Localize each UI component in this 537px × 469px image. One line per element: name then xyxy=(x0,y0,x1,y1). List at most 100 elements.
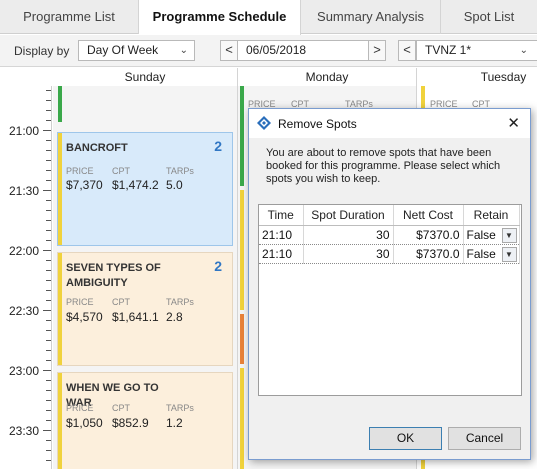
minor-tick xyxy=(46,450,51,451)
programme-title: SEVEN TYPES OF AMBIGUITY xyxy=(66,262,161,289)
minor-tick xyxy=(46,160,51,161)
cpt-value: $1,641.1 xyxy=(112,310,159,324)
spot-count: 2 xyxy=(214,258,222,274)
prev-channel-button[interactable]: < xyxy=(398,40,416,61)
programme-stripe xyxy=(240,368,244,469)
minor-tick xyxy=(46,140,51,141)
minor-tick xyxy=(46,150,51,151)
minor-tick xyxy=(46,330,51,331)
table-row[interactable]: 21:10 30 $7370.0 False ▼ xyxy=(259,225,520,245)
column-header-spot-duration[interactable]: Spot Duration xyxy=(303,205,394,226)
price-label: PRICE xyxy=(66,403,94,413)
display-by-label: Display by xyxy=(14,44,70,58)
cell-time: 21:10 xyxy=(259,225,304,245)
minor-tick xyxy=(46,280,51,281)
retain-dropdown[interactable]: False ▼ xyxy=(463,225,520,245)
cpt-value: $1,474.2 xyxy=(112,178,159,192)
dialog-message: You are about to remove spots that have … xyxy=(266,147,501,185)
spot-count: 2 xyxy=(214,138,222,154)
minor-tick xyxy=(46,290,51,291)
programme-card[interactable]: SEVEN TYPES OF AMBIGUITY 2 PRICE CPT TAR… xyxy=(57,252,233,366)
programme-stripe xyxy=(58,86,62,122)
minor-tick xyxy=(46,180,51,181)
tab-summary-analysis[interactable]: Summary Analysis xyxy=(301,0,441,34)
price-label: PRICE xyxy=(66,297,94,307)
price-value: $7,370 xyxy=(66,178,103,192)
major-tick xyxy=(43,430,51,431)
major-tick xyxy=(43,370,51,371)
cpt-value: $852.9 xyxy=(112,416,149,430)
chevron-down-icon[interactable]: ▼ xyxy=(501,246,517,262)
minor-tick xyxy=(46,110,51,111)
table-row[interactable]: 21:10 30 $7370.0 False ▼ xyxy=(259,244,520,264)
major-tick xyxy=(43,310,51,311)
remove-spots-dialog: Remove Spots ✕ You are about to remove s… xyxy=(248,108,531,460)
minor-tick xyxy=(46,170,51,171)
channel-select[interactable]: TVNZ 1* ⌄ xyxy=(416,40,537,61)
column-header-time[interactable]: Time xyxy=(259,205,304,226)
cell-duration: 30 xyxy=(303,225,394,245)
minor-tick xyxy=(46,100,51,101)
sunday-column: BANCROFT 2 PRICE CPT TARPs $7,370 $1,474… xyxy=(53,86,237,469)
cpt-label: CPT xyxy=(112,166,130,176)
time-label: 21:00 xyxy=(8,124,39,138)
minor-tick xyxy=(46,380,51,381)
retain-dropdown[interactable]: False ▼ xyxy=(463,244,520,264)
prev-date-button[interactable]: < xyxy=(220,40,238,61)
minor-tick xyxy=(46,240,51,241)
time-label: 23:00 xyxy=(8,364,39,378)
major-tick xyxy=(43,250,51,251)
minor-tick xyxy=(46,260,51,261)
major-tick xyxy=(43,130,51,131)
day-header-sunday: Sunday xyxy=(124,70,166,84)
minor-tick xyxy=(46,230,51,231)
time-label: 22:30 xyxy=(8,304,39,318)
minor-tick xyxy=(46,460,51,461)
chevron-down-icon[interactable]: ▼ xyxy=(501,227,517,243)
minor-tick xyxy=(46,220,51,221)
tab-programme-schedule[interactable]: Programme Schedule xyxy=(139,0,301,35)
programme-card[interactable]: WHEN WE GO TO WAR PRICE CPT TARPs $1,050… xyxy=(57,372,233,469)
cpt-label: CPT xyxy=(112,297,130,307)
cell-duration: 30 xyxy=(303,244,394,264)
retain-value: False xyxy=(466,227,496,242)
cell-cost: $7370.0 xyxy=(393,225,464,245)
time-label: 22:00 xyxy=(8,244,39,258)
chevron-down-icon: ⌄ xyxy=(519,45,528,56)
price-value: $4,570 xyxy=(66,310,103,324)
app-logo-icon xyxy=(257,116,271,130)
tarps-label: TARPs xyxy=(166,166,194,176)
toolbar: Display by Day Of Week ⌄ < 06/05/2018 > … xyxy=(0,35,537,67)
minor-tick xyxy=(46,300,51,301)
programme-stripe xyxy=(58,373,62,469)
minor-tick xyxy=(46,210,51,211)
minor-tick xyxy=(46,120,51,121)
tab-programme-list[interactable]: Programme List xyxy=(0,0,139,34)
minor-tick xyxy=(46,360,51,361)
display-by-select[interactable]: Day Of Week ⌄ xyxy=(78,40,195,61)
cpt-label: CPT xyxy=(112,403,130,413)
time-label: 21:30 xyxy=(8,184,39,198)
programme-stripe xyxy=(240,86,244,186)
ok-button[interactable]: OK xyxy=(369,427,442,450)
minor-tick xyxy=(46,350,51,351)
column-header-retain[interactable]: Retain xyxy=(463,205,520,226)
tab-bar: Programme List Programme Schedule Summar… xyxy=(0,0,537,35)
cancel-button[interactable]: Cancel xyxy=(448,427,521,450)
column-header-nett-cost[interactable]: Nett Cost xyxy=(393,205,464,226)
programme-stripe xyxy=(58,253,62,365)
chevron-down-icon: ⌄ xyxy=(179,45,188,56)
minor-tick xyxy=(46,320,51,321)
day-header-monday: Monday xyxy=(305,70,349,84)
price-label: PRICE xyxy=(66,166,94,176)
date-field[interactable]: 06/05/2018 xyxy=(238,40,368,61)
next-date-button[interactable]: > xyxy=(368,40,386,61)
cell-time: 21:10 xyxy=(259,244,304,264)
programme-card[interactable]: BANCROFT 2 PRICE CPT TARPs $7,370 $1,474… xyxy=(57,132,233,246)
close-icon[interactable]: ✕ xyxy=(507,114,520,132)
channel-value: TVNZ 1* xyxy=(425,43,472,57)
minor-tick xyxy=(46,200,51,201)
display-by-value: Day Of Week xyxy=(87,43,159,57)
tab-spot-list[interactable]: Spot List xyxy=(441,0,537,34)
minor-tick xyxy=(46,270,51,271)
